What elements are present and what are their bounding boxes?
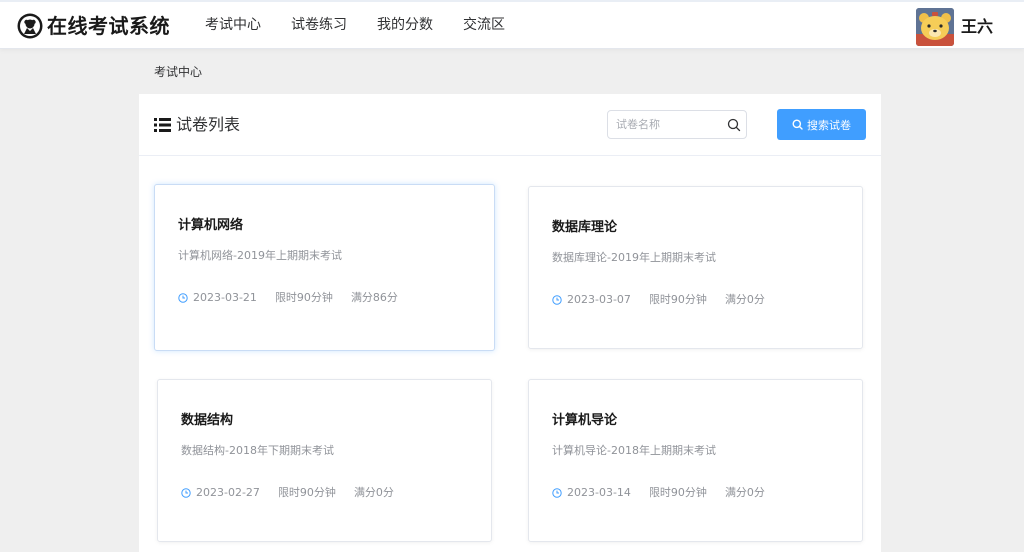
paper-title: 计算机网络 bbox=[178, 218, 244, 233]
clock-icon bbox=[178, 293, 188, 303]
bear-avatar-icon bbox=[916, 8, 954, 46]
search-paper-button[interactable]: 搜索试卷 bbox=[777, 109, 866, 140]
avatar[interactable] bbox=[916, 8, 954, 46]
nav-item-my-scores[interactable]: 我的分数 bbox=[362, 2, 448, 49]
paper-date: 2023-03-14 bbox=[567, 486, 631, 499]
nav-item-forum[interactable]: 交流区 bbox=[448, 2, 520, 49]
paper-date: 2023-03-07 bbox=[567, 293, 631, 306]
paper-full-score: 满分0分 bbox=[724, 486, 765, 499]
paper-card[interactable]: 数据结构 数据结构-2018年下期期末考试 2023-02-27 限时90分钟 … bbox=[157, 379, 492, 542]
paper-card[interactable]: 计算机导论 计算机导论-2018年上期期末考试 2023-03-14 限时90分… bbox=[528, 379, 863, 542]
list-icon bbox=[154, 118, 171, 132]
paper-list-panel: 试卷列表 搜索试卷 计算机网络 计算机网络-2019年上期期末考试 2023-0… bbox=[139, 94, 881, 552]
paper-meta: 2023-03-07 限时90分钟 满分0分 bbox=[552, 293, 765, 307]
paper-time-limit: 限时90分钟 bbox=[648, 486, 707, 499]
paper-description: 数据结构-2018年下期期末考试 bbox=[181, 444, 334, 457]
paper-description: 数据库理论-2019年上期期末考试 bbox=[552, 251, 716, 264]
user-name[interactable]: 王六 bbox=[961, 16, 993, 38]
paper-meta: 2023-03-14 限时90分钟 满分0分 bbox=[552, 486, 765, 500]
search-icon bbox=[792, 119, 803, 130]
nav-item-practice[interactable]: 试卷练习 bbox=[276, 2, 362, 49]
paper-time-limit: 限时90分钟 bbox=[274, 291, 333, 304]
paper-description: 计算机导论-2018年上期期末考试 bbox=[552, 444, 716, 457]
paper-meta: 2023-02-27 限时90分钟 满分0分 bbox=[181, 486, 394, 500]
paper-full-score: 满分86分 bbox=[350, 291, 398, 304]
nav-item-exam-center[interactable]: 考试中心 bbox=[190, 2, 276, 49]
main-nav: 考试中心 试卷练习 我的分数 交流区 bbox=[190, 2, 520, 49]
clock-icon bbox=[552, 488, 562, 498]
search-box bbox=[607, 110, 747, 139]
paper-title: 数据结构 bbox=[181, 413, 234, 428]
top-navbar: 在线考试系统 考试中心 试卷练习 我的分数 交流区 王六 bbox=[0, 0, 1024, 49]
search-input[interactable] bbox=[616, 111, 726, 138]
paper-time-limit: 限时90分钟 bbox=[648, 293, 707, 306]
paper-time-limit: 限时90分钟 bbox=[277, 486, 336, 499]
paper-meta: 2023-03-21 限时90分钟 满分86分 bbox=[178, 291, 398, 305]
paper-full-score: 满分0分 bbox=[353, 486, 394, 499]
clock-icon bbox=[181, 488, 191, 498]
paper-description: 计算机网络-2019年上期期末考试 bbox=[178, 249, 342, 262]
paper-card[interactable]: 数据库理论 数据库理论-2019年上期期末考试 2023-03-07 限时90分… bbox=[528, 186, 863, 349]
panel-header: 试卷列表 搜索试卷 bbox=[139, 94, 881, 156]
paper-title: 计算机导论 bbox=[552, 413, 618, 428]
panel-title: 试卷列表 bbox=[176, 115, 241, 134]
paper-full-score: 满分0分 bbox=[724, 293, 765, 306]
paper-card[interactable]: 计算机网络 计算机网络-2019年上期期末考试 2023-03-21 限时90分… bbox=[154, 184, 495, 351]
paper-date: 2023-03-21 bbox=[193, 291, 257, 304]
logo-icon bbox=[17, 13, 43, 39]
paper-date: 2023-02-27 bbox=[196, 486, 260, 499]
paper-title: 数据库理论 bbox=[552, 220, 618, 235]
search-button-label: 搜索试卷 bbox=[807, 118, 851, 132]
search-icon[interactable] bbox=[727, 118, 741, 132]
clock-icon bbox=[552, 295, 562, 305]
breadcrumb: 考试中心 bbox=[154, 65, 203, 79]
app-title[interactable]: 在线考试系统 bbox=[47, 13, 170, 39]
